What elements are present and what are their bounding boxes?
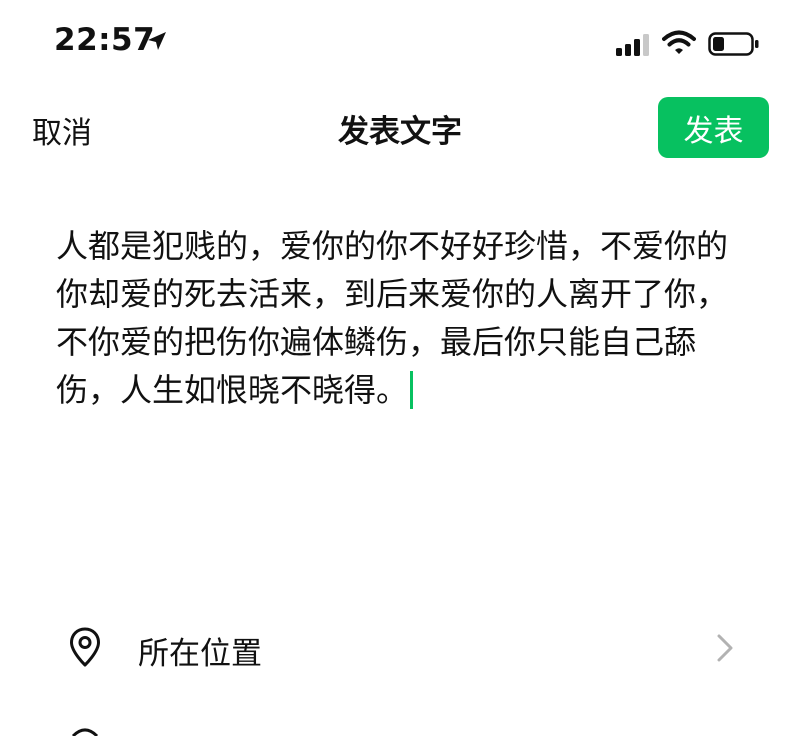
location-option-row[interactable]: 所在位置: [0, 608, 800, 688]
publish-button[interactable]: 发表: [658, 97, 769, 158]
wifi-icon: [662, 30, 696, 54]
cellular-signal-icon: [616, 34, 649, 56]
location-arrow-icon: [148, 32, 166, 50]
battery-icon: [708, 32, 759, 56]
text-cursor: [410, 371, 414, 409]
chevron-right-icon: [717, 634, 733, 662]
partial-row-icon: [71, 728, 99, 736]
post-text-area[interactable]: 人都是犯贱的，爱你的你不好好珍惜，不爱你的你却爱的死去活来，到后来爱你的人离开了…: [56, 222, 746, 414]
compose-text-screen: 22:57 取消 发表文字 发表 人都是犯贱的，爱你的你不好好珍惜，不爱你的你却…: [0, 0, 800, 736]
post-text-content: 人都是犯贱的，爱你的你不好好珍惜，不爱你的你却爱的死去活来，到后来爱你的人离开了…: [56, 227, 729, 409]
location-label: 所在位置: [138, 636, 262, 672]
status-time: 22:57: [54, 22, 156, 58]
status-bar: 22:57: [0, 0, 800, 88]
location-pin-icon: [70, 627, 100, 667]
